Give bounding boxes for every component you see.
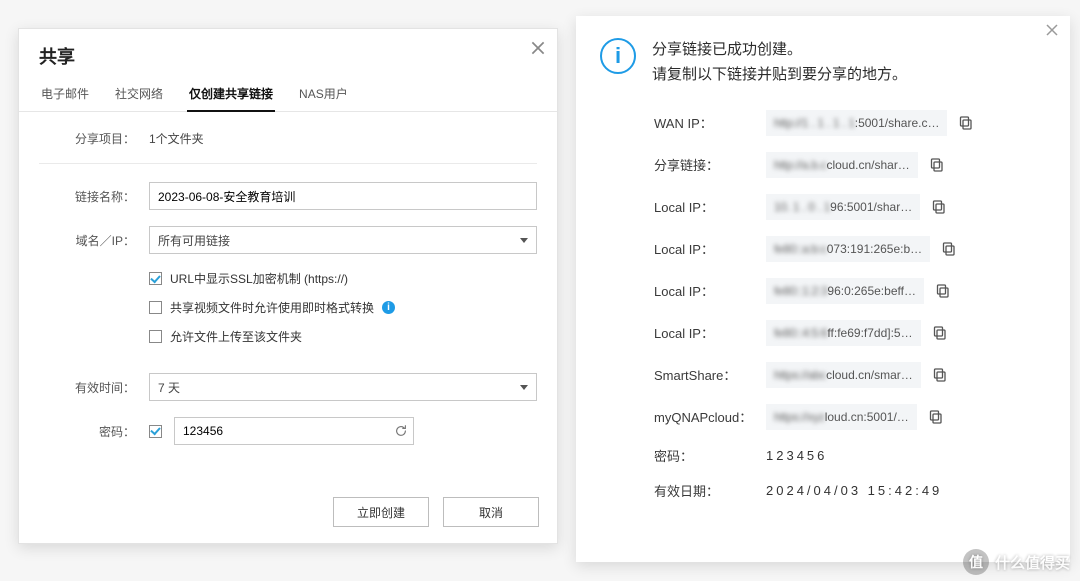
tab-nas-user[interactable]: NAS用户 [297,79,350,111]
link-row: 分享链接：http://a.b.ccloud.cn/shar… [654,152,1046,178]
link-created-panel: i 分享链接已成功创建。 请复制以下链接并贴到要分享的地方。 WAN IP：ht… [576,16,1070,562]
link-row: Local IP：fe80::4:5:6ff:fe69:f7dd]:5… [654,320,1046,346]
success-line1: 分享链接已成功创建。 [652,38,907,63]
domain-ip-label: 域名／IP： [39,232,149,249]
link-row-label: WAN IP： [654,113,766,132]
link-value[interactable]: http://a.b.ccloud.cn/shar… [766,152,918,178]
watermark: 值 什么值得买 [963,549,1070,575]
copy-icon[interactable] [925,406,947,428]
copy-icon[interactable] [929,364,951,386]
link-row-label: Local IP： [654,197,766,216]
link-row: myQNAPcloud：https://xyzloud.cn:5001/… [654,404,1046,430]
tab-social[interactable]: 社交网络 [113,79,165,111]
valid-time-value: 7 天 [158,379,180,396]
watermark-text: 什么值得买 [995,552,1070,573]
valid-time-select[interactable]: 7 天 [149,373,537,401]
link-value[interactable]: 10. 1 . 0 . 196:5001/shar… [766,194,920,220]
link-value[interactable]: https://abccloud.cn/smar… [766,362,921,388]
copy-icon[interactable] [938,238,960,260]
link-name-label: 链接名称： [39,188,149,205]
link-row-label: Local IP： [654,281,766,300]
links-list: WAN IP：http://1 . 1 . 1 . 1:5001/share.c… [576,100,1070,500]
dialog-title: 共享 [39,47,75,67]
link-value[interactable]: fe80::1:2:396:0:265e:beff… [766,278,924,304]
transcode-checkbox-row[interactable]: 共享视频文件时允许使用即时格式转换 i [149,299,537,316]
tab-email[interactable]: 电子邮件 [39,79,91,111]
close-icon[interactable] [529,39,547,57]
checkbox-icon [149,272,162,285]
success-message: 分享链接已成功创建。 请复制以下链接并贴到要分享的地方。 [652,38,907,88]
link-value[interactable]: fe80::4:5:6ff:fe69:f7dd]:5… [766,320,921,346]
link-name-input[interactable] [149,182,537,210]
chevron-down-icon [520,385,528,390]
link-row: WAN IP：http://1 . 1 . 1 . 1:5001/share.c… [654,110,1046,136]
link-row-label: Local IP： [654,239,766,258]
link-value[interactable]: http://1 . 1 . 1 . 1:5001/share.c… [766,110,947,136]
link-row-label: myQNAPcloud： [654,407,766,426]
share-form: 分享项目： 1个文件夹 链接名称： 域名／IP： 所有可用链接 [19,112,557,445]
share-dialog: 共享 电子邮件 社交网络 仅创建共享链接 NAS用户 分享项目： 1个文件夹 链… [18,28,558,544]
link-value[interactable]: fe80::a:b:c073:191:265e:b… [766,236,930,262]
dialog-button-bar: 立即创建 取消 [333,497,539,527]
info-icon: i [600,38,636,74]
password-label: 密码： [39,423,149,440]
password-checkbox[interactable] [149,425,162,438]
share-item-value: 1个文件夹 [149,130,537,147]
tab-create-link[interactable]: 仅创建共享链接 [187,79,275,112]
refresh-icon[interactable] [394,424,408,438]
expire-value: 2024/04/03 15:42:49 [766,483,1046,498]
password-label: 密码： [654,446,766,465]
link-row: Local IP：fe80::1:2:396:0:265e:beff… [654,278,1046,304]
copy-icon[interactable] [929,322,951,344]
checkbox-icon [149,330,162,343]
link-row: Local IP：10. 1 . 0 . 196:5001/shar… [654,194,1046,220]
upload-label: 允许文件上传至该文件夹 [170,328,302,345]
ssl-label: URL中显示SSL加密机制 (https://) [170,270,348,287]
valid-time-label: 有效时间： [39,379,149,396]
link-row: SmartShare：https://abccloud.cn/smar… [654,362,1046,388]
copy-icon[interactable] [932,280,954,302]
expire-label: 有效日期： [654,481,766,500]
divider [39,163,537,164]
create-button[interactable]: 立即创建 [333,497,429,527]
dialog-tabs: 电子邮件 社交网络 仅创建共享链接 NAS用户 [19,79,557,112]
copy-icon[interactable] [926,154,948,176]
link-value[interactable]: https://xyzloud.cn:5001/… [766,404,917,430]
success-line2: 请复制以下链接并贴到要分享的地方。 [652,63,907,88]
link-row-label: SmartShare： [654,365,766,384]
transcode-label: 共享视频文件时允许使用即时格式转换 [170,299,374,316]
copy-icon[interactable] [955,112,977,134]
chevron-down-icon [520,238,528,243]
checkbox-icon [149,301,162,314]
upload-checkbox-row[interactable]: 允许文件上传至该文件夹 [149,328,537,345]
share-item-label: 分享项目： [39,130,149,147]
password-value: 123456 [766,448,1046,463]
watermark-icon: 值 [963,549,989,575]
domain-ip-select[interactable]: 所有可用链接 [149,226,537,254]
copy-icon[interactable] [928,196,950,218]
info-icon[interactable]: i [382,301,395,314]
ssl-checkbox-row[interactable]: URL中显示SSL加密机制 (https://) [149,270,537,287]
domain-ip-value: 所有可用链接 [158,232,230,249]
link-row-label: Local IP： [654,323,766,342]
link-row-label: 分享链接： [654,155,766,174]
link-row: Local IP：fe80::a:b:c073:191:265e:b… [654,236,1046,262]
cancel-button[interactable]: 取消 [443,497,539,527]
password-input[interactable] [174,417,414,445]
